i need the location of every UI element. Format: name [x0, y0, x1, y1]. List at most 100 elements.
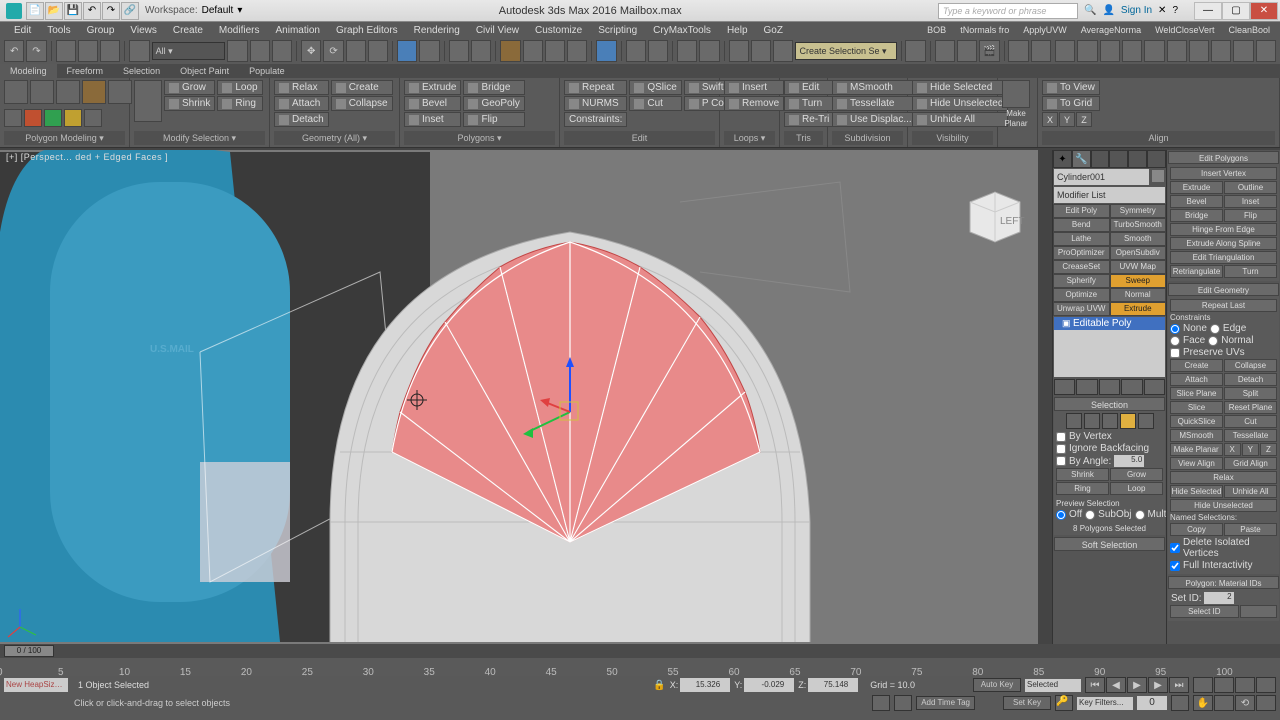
- modifier-stack[interactable]: ▣ Editable Poly: [1054, 317, 1165, 377]
- selection-lock-icon[interactable]: [894, 695, 912, 711]
- use-center-icon[interactable]: [419, 40, 439, 62]
- signin-link[interactable]: Sign In: [1121, 5, 1152, 16]
- stack-show-icon[interactable]: [1076, 379, 1097, 395]
- nurms-button[interactable]: NURMS: [564, 96, 627, 111]
- sel-ring-button[interactable]: Ring: [1056, 482, 1109, 495]
- menu-animation[interactable]: Animation: [267, 25, 327, 36]
- preserve-uvs-checkbox[interactable]: [1170, 348, 1180, 358]
- tab-modeling[interactable]: Modeling: [0, 64, 57, 78]
- rollout-selection[interactable]: Selection: [1054, 397, 1165, 411]
- rollout-soft-selection[interactable]: Soft Selection: [1054, 537, 1165, 551]
- nav-fov-icon[interactable]: [1235, 677, 1255, 693]
- hideselected-button[interactable]: Hide Selected: [912, 80, 1008, 95]
- exchange-icon[interactable]: ✕: [1158, 5, 1166, 16]
- extras9-icon[interactable]: [1233, 40, 1253, 62]
- group-modify-selection[interactable]: Modify Selection ▾: [134, 131, 265, 145]
- workspace-selector[interactable]: Workspace: Default ▾: [145, 5, 242, 16]
- object-name-field[interactable]: Cylinder001: [1054, 169, 1149, 185]
- manipulate-icon[interactable]: [449, 40, 469, 62]
- panel-create-icon[interactable]: ✦: [1053, 150, 1072, 168]
- eg-relax-button[interactable]: Relax: [1170, 471, 1277, 484]
- select-id-spinner[interactable]: [1240, 605, 1277, 618]
- tri-turn-button[interactable]: Turn: [784, 96, 834, 111]
- bridge-button[interactable]: Bridge: [463, 80, 524, 95]
- pm3-icon[interactable]: [44, 109, 62, 127]
- hide-selected-button[interactable]: Hide Selected: [1170, 485, 1223, 498]
- sel-grow-button[interactable]: Grow: [1110, 468, 1163, 481]
- qat-redo-icon[interactable]: ↷: [102, 2, 120, 20]
- create-button[interactable]: Create: [331, 80, 393, 95]
- menu-customize[interactable]: Customize: [527, 25, 590, 36]
- pm1-icon[interactable]: [4, 109, 22, 127]
- stack-unique-icon[interactable]: [1099, 379, 1120, 395]
- eg-cut-button[interactable]: Cut: [1224, 415, 1277, 428]
- by-angle-checkbox[interactable]: [1056, 456, 1066, 466]
- unhide-all-button[interactable]: Unhide All: [1224, 485, 1277, 498]
- hinge-button[interactable]: Hinge From Edge: [1170, 223, 1277, 236]
- key-icon[interactable]: 🔑: [1055, 695, 1073, 711]
- pm2-icon[interactable]: [24, 109, 42, 127]
- maxscript-listener[interactable]: New HeapSiz…: [4, 678, 68, 692]
- constraint-normal[interactable]: [1208, 336, 1218, 346]
- link-icon[interactable]: [56, 40, 76, 62]
- create-selection-set[interactable]: Create Selection Se ▾: [795, 42, 896, 60]
- panel-hierarchy-icon[interactable]: [1091, 150, 1110, 168]
- lock-selection-icon[interactable]: 🔒: [653, 680, 665, 691]
- play-icon[interactable]: ▶: [1127, 677, 1147, 693]
- script-bob[interactable]: BOB: [923, 25, 950, 35]
- time-config-icon[interactable]: [1171, 695, 1189, 711]
- tri-retri-button[interactable]: Re-Tri: [784, 112, 834, 127]
- add-time-tag[interactable]: Add Time Tag: [916, 696, 975, 710]
- edit-tri-button[interactable]: Edit Triangulation: [1170, 251, 1277, 264]
- selection-filter[interactable]: All ▾: [152, 42, 226, 60]
- tab-objectpaint[interactable]: Object Paint: [170, 64, 239, 78]
- panel-motion-icon[interactable]: [1109, 150, 1128, 168]
- mod-normal[interactable]: Normal: [1110, 288, 1167, 302]
- mod-smooth[interactable]: Smooth: [1110, 232, 1167, 246]
- repeat-last-button[interactable]: Repeat Last: [1170, 299, 1277, 312]
- nav-walk-icon[interactable]: [1214, 695, 1234, 711]
- menu-goz[interactable]: GoZ: [756, 25, 791, 36]
- eg-msmooth-button[interactable]: MSmooth: [1170, 429, 1223, 442]
- align-x-button[interactable]: X: [1042, 112, 1058, 127]
- angle-snap-icon[interactable]: [523, 40, 543, 62]
- make-planar-button[interactable]: Make Planar: [1170, 443, 1223, 456]
- extras3-icon[interactable]: [1100, 40, 1120, 62]
- mod-lathe[interactable]: Lathe: [1053, 232, 1110, 246]
- script-cleanbool[interactable]: CleanBool: [1224, 25, 1274, 35]
- by-vertex-checkbox[interactable]: [1056, 432, 1066, 442]
- qat-open-icon[interactable]: 📂: [45, 2, 63, 20]
- ep-flip-button[interactable]: Flip: [1224, 209, 1277, 222]
- extras10-icon[interactable]: [1256, 40, 1276, 62]
- nav-maximize-icon[interactable]: [1256, 695, 1276, 711]
- so-element-icon[interactable]: [1138, 413, 1154, 429]
- menu-edit[interactable]: Edit: [6, 25, 39, 36]
- mod-spherify[interactable]: Spherify: [1053, 274, 1110, 288]
- menu-grapheditors[interactable]: Graph Editors: [328, 25, 406, 36]
- hideunselected-button[interactable]: Hide Unselected: [912, 96, 1008, 111]
- select-object-icon[interactable]: [129, 40, 149, 62]
- percent-snap-icon[interactable]: [545, 40, 565, 62]
- mod-creaseset[interactable]: CreaseSet: [1053, 260, 1110, 274]
- ignore-backfacing-checkbox[interactable]: [1056, 444, 1066, 454]
- tab-populate[interactable]: Populate: [239, 64, 295, 78]
- retriangulate-button[interactable]: Retriangulate: [1170, 265, 1223, 278]
- view-align-button[interactable]: View Align: [1170, 457, 1223, 470]
- modifier-list-combo[interactable]: Modifier List: [1054, 187, 1165, 203]
- help-icon[interactable]: ?: [1172, 5, 1178, 16]
- menu-group[interactable]: Group: [79, 25, 123, 36]
- menu-views[interactable]: Views: [122, 25, 165, 36]
- curve-editor-icon[interactable]: [751, 40, 771, 62]
- geopoly-button[interactable]: GeoPoly: [463, 96, 524, 111]
- qat-link-icon[interactable]: 🔗: [121, 2, 139, 20]
- render-iray-icon[interactable]: [1008, 40, 1028, 62]
- snap-toggle-icon[interactable]: [500, 40, 520, 62]
- toview-button[interactable]: To View: [1042, 80, 1100, 95]
- rollout-edit-polygons[interactable]: Edit Polygons: [1168, 151, 1279, 164]
- rendered-frame-icon[interactable]: [957, 40, 977, 62]
- rollout-edit-geometry[interactable]: Edit Geometry: [1168, 283, 1279, 296]
- menu-help[interactable]: Help: [719, 25, 756, 36]
- key-filters-button[interactable]: Key Filters...: [1077, 697, 1133, 710]
- bevel-button[interactable]: Bevel: [404, 96, 461, 111]
- panel-modify-icon[interactable]: 🔧: [1072, 150, 1091, 168]
